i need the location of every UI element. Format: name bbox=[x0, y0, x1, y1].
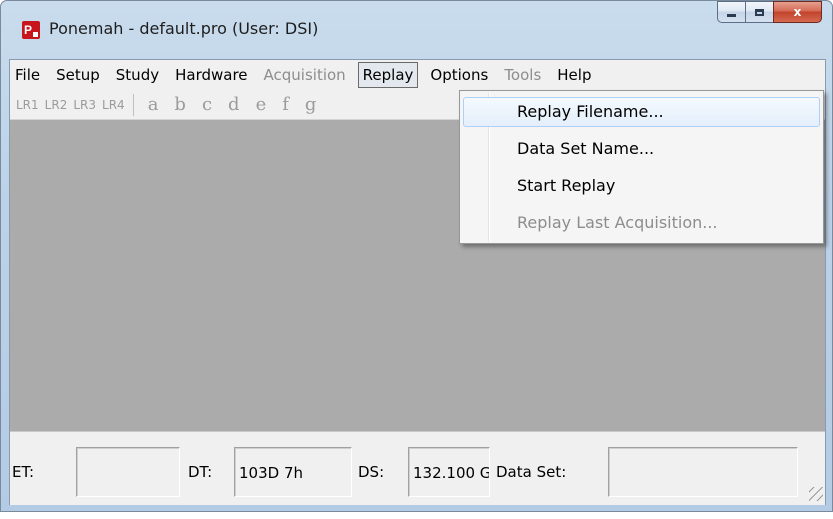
menu-replay[interactable]: Replay bbox=[357, 62, 419, 88]
menu-hardware[interactable]: Hardware bbox=[167, 62, 255, 88]
status-ds-value: 132.100 G bbox=[408, 447, 490, 497]
main-window: P Ponemah - default.pro (User: DSI) x Fi… bbox=[0, 0, 833, 512]
menu-item-data-set-name[interactable]: Data Set Name... bbox=[463, 134, 820, 164]
toolbar-d-button[interactable]: d bbox=[220, 94, 248, 116]
toolbar-e-button[interactable]: e bbox=[248, 94, 275, 116]
title-bar[interactable]: P Ponemah - default.pro (User: DSI) x bbox=[1, 1, 832, 59]
app-icon[interactable]: P bbox=[22, 21, 40, 39]
status-bar: ET: DT: 103D 7h DS: 132.100 G Data Set: bbox=[10, 431, 825, 505]
menu-item-replay-last-acquisition[interactable]: Replay Last Acquisition... bbox=[463, 208, 820, 238]
menu-item-start-replay[interactable]: Start Replay bbox=[463, 171, 820, 201]
desktop: P Ponemah - default.pro (User: DSI) x Fi… bbox=[0, 0, 833, 519]
toolbar-a-button[interactable]: a bbox=[140, 94, 167, 116]
toolbar-lr2-button[interactable]: LR2 bbox=[42, 98, 71, 112]
menu-options[interactable]: Options bbox=[422, 62, 496, 88]
menu-item-replay-filename[interactable]: Replay Filename... bbox=[463, 97, 820, 127]
menu-tools[interactable]: Tools bbox=[496, 62, 549, 88]
resize-grip[interactable] bbox=[809, 487, 823, 501]
replay-dropdown-menu: Replay Filename... Data Set Name... Star… bbox=[459, 90, 824, 244]
menu-bar: File Setup Study Hardware Acquisition Re… bbox=[10, 60, 825, 90]
menu-acquisition[interactable]: Acquisition bbox=[256, 62, 354, 88]
maximize-icon bbox=[755, 8, 764, 16]
window-bottom-edge bbox=[0, 512, 833, 519]
status-dt-label: DT: bbox=[188, 463, 213, 481]
status-dataset-label: Data Set: bbox=[496, 463, 567, 481]
toolbar-separator bbox=[132, 93, 134, 116]
status-ds-label: DS: bbox=[358, 463, 385, 481]
close-button[interactable]: x bbox=[773, 1, 822, 23]
toolbar-g-button[interactable]: g bbox=[297, 94, 325, 116]
status-et-value bbox=[76, 447, 180, 497]
menu-setup[interactable]: Setup bbox=[48, 62, 108, 88]
toolbar-lr1-button[interactable]: LR1 bbox=[13, 98, 42, 112]
caption-buttons: x bbox=[717, 1, 822, 29]
toolbar-b-button[interactable]: b bbox=[166, 94, 194, 116]
status-dt-value: 103D 7h bbox=[234, 447, 352, 497]
minimize-icon bbox=[727, 13, 736, 17]
menu-study[interactable]: Study bbox=[108, 62, 167, 88]
toolbar-c-button[interactable]: c bbox=[194, 94, 220, 116]
maximize-button[interactable] bbox=[745, 1, 773, 23]
menu-file[interactable]: File bbox=[10, 62, 48, 88]
window-title: Ponemah - default.pro (User: DSI) bbox=[49, 19, 319, 38]
minimize-button[interactable] bbox=[717, 1, 745, 23]
menu-help[interactable]: Help bbox=[549, 62, 599, 88]
toolbar-f-button[interactable]: f bbox=[274, 94, 297, 116]
toolbar-lr4-button[interactable]: LR4 bbox=[99, 98, 128, 112]
close-icon: x bbox=[793, 5, 802, 19]
status-et-label: ET: bbox=[12, 463, 35, 481]
toolbar-lr3-button[interactable]: LR3 bbox=[70, 98, 99, 112]
status-dataset-value bbox=[608, 447, 798, 497]
